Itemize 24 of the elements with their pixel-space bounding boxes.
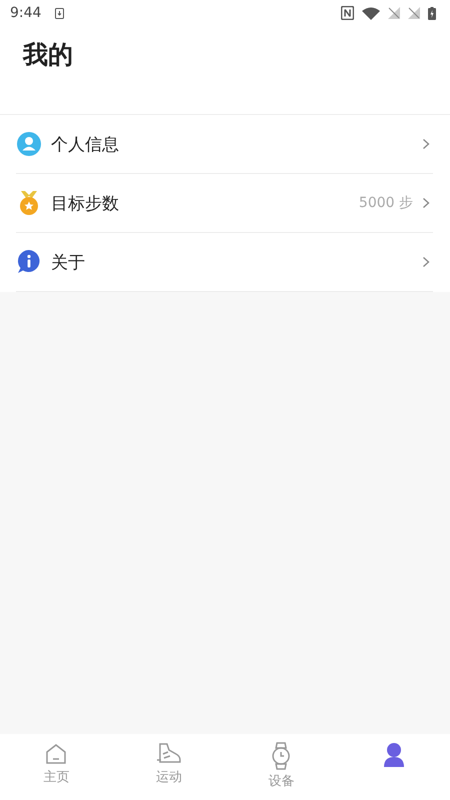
signal-icon (408, 7, 420, 19)
chevron-icon (422, 256, 430, 268)
menu-value: 5000 步 (358, 194, 413, 212)
wifi-icon (362, 6, 380, 20)
download-icon (55, 8, 64, 18)
watch-icon (270, 742, 292, 770)
chevron-icon (422, 197, 430, 209)
chevron-icon (422, 138, 430, 150)
menu-label: 目标步数 (51, 192, 119, 214)
home-icon (44, 742, 68, 766)
nfc-icon (341, 6, 354, 20)
menu-item[interactable]: 关于 (16, 233, 433, 292)
menu-item[interactable]: 个人信息 (16, 115, 433, 174)
signal-icon (388, 7, 400, 19)
page-title: 我的 (23, 39, 74, 71)
person-icon (382, 742, 406, 768)
battery-icon (428, 6, 436, 20)
person-icon (16, 131, 42, 157)
info-icon (16, 249, 42, 275)
status-time: 9:44 (10, 5, 42, 21)
menu-label: 个人信息 (51, 134, 119, 156)
menu-label: 关于 (51, 252, 85, 274)
shoe-icon (156, 742, 182, 766)
menu-item[interactable]: 目标步数 5000 步 (16, 174, 433, 233)
